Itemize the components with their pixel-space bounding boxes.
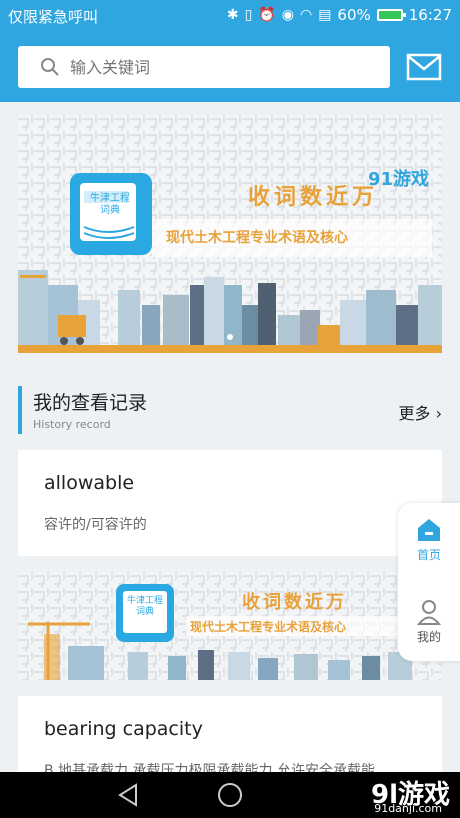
search-icon bbox=[41, 58, 59, 76]
banner-subtitle: 现代土木工程专业术语及核心 bbox=[166, 230, 348, 246]
battery-saver-icon: ▤ bbox=[318, 7, 332, 23]
mail-icon[interactable] bbox=[406, 53, 442, 81]
battery-percent: 60% bbox=[337, 6, 371, 24]
history-item[interactable]: bearing capacity B 地基承载力 承载压力极限承载能力 允许安全… bbox=[18, 696, 442, 779]
battery-icon bbox=[376, 9, 406, 21]
entry-meaning: 容许的/可容许的 bbox=[44, 517, 147, 533]
back-icon[interactable] bbox=[116, 783, 140, 807]
alarm-icon: ⏰ bbox=[258, 7, 276, 23]
search-input[interactable] bbox=[68, 56, 372, 78]
banner-carousel[interactable]: 牛津工程词典 收词数近万 现代土木工程专业术语及核心 91游戏 bbox=[18, 115, 442, 353]
wifi-icon: ◠ bbox=[299, 7, 313, 23]
watermark-site: 91danji.com bbox=[374, 802, 442, 815]
banner-app-name: 牛津工程词典 bbox=[90, 193, 130, 216]
chevron-right-icon: › bbox=[435, 404, 442, 423]
nav-home-label: 首页 bbox=[416, 548, 441, 562]
home-circle-icon[interactable] bbox=[217, 782, 243, 808]
banner2-title: 收词数近万 bbox=[242, 592, 347, 613]
system-nav-bar: 9l游戏 91danji.com bbox=[0, 772, 460, 818]
history-section-header: 我的查看记录 History record 更多 › bbox=[18, 386, 442, 438]
history-title: 我的查看记录 bbox=[33, 392, 148, 414]
vibrate-icon: ▯ bbox=[244, 7, 253, 23]
floating-nav: 首页 我的 bbox=[398, 503, 460, 661]
bluetooth-icon: ✱ bbox=[226, 7, 239, 23]
status-bar: 仅限紧急呼叫 ✱ ▯ ⏰ ◉ ◠ ▤ 60% 16:27 bbox=[0, 0, 460, 32]
banner-logo: 91游戏 bbox=[368, 169, 430, 190]
carrier-text: 仅限紧急呼叫 bbox=[8, 8, 99, 26]
user-icon bbox=[416, 600, 442, 625]
history-item[interactable]: allowable 容许的/可容许的 bbox=[18, 450, 442, 556]
more-link[interactable]: 更多 › bbox=[398, 400, 442, 424]
history-subtitle: History record bbox=[33, 418, 111, 431]
nav-mine[interactable]: 我的 bbox=[398, 599, 460, 645]
nav-home[interactable]: 首页 bbox=[398, 517, 460, 563]
entry-word: bearing capacity bbox=[44, 718, 203, 740]
search-box[interactable] bbox=[18, 46, 390, 88]
clock: 16:27 bbox=[408, 6, 452, 24]
header bbox=[0, 32, 460, 102]
eye-icon: ◉ bbox=[281, 7, 294, 23]
nav-mine-label: 我的 bbox=[416, 630, 441, 644]
ad-banner[interactable]: 牛津工程词典 收词数近万 现代土木工程专业术语及核心 bbox=[18, 572, 442, 680]
entry-word: allowable bbox=[44, 472, 135, 494]
home-icon bbox=[418, 519, 440, 541]
banner2-app-name: 牛津工程词典 bbox=[126, 596, 163, 617]
section-accent-bar bbox=[18, 386, 22, 434]
banner-title: 收词数近万 bbox=[248, 185, 379, 210]
more-label: 更多 bbox=[398, 404, 431, 423]
